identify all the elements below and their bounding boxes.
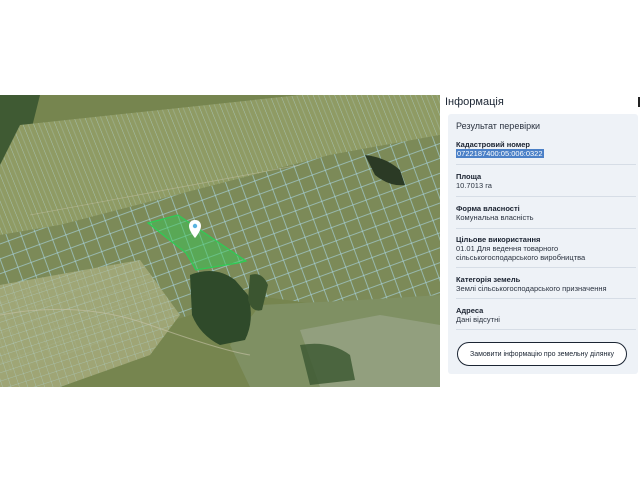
field-address: Адреса Дані відсутні	[456, 306, 636, 324]
result-title: Результат перевірки	[456, 121, 541, 131]
field-ownership: Форма власності Комунальна власність	[456, 204, 636, 222]
field-label: Цільове використання	[456, 235, 541, 244]
divider	[456, 329, 636, 330]
panel-header: Інформація	[440, 95, 640, 113]
field-label: Адреса	[456, 306, 484, 315]
panel-title: Інформація	[445, 96, 504, 108]
field-purpose: Цільове використання 01.01 Для ведення т…	[456, 235, 636, 262]
info-panel: Інформація Результат перевірки Кадастров…	[440, 95, 640, 387]
cadastral-number-value[interactable]: 0722187400:05:006:0322	[456, 149, 544, 158]
field-label: Площа	[456, 172, 482, 181]
field-label: Кадастровий номер	[456, 140, 531, 149]
purpose-value: 01.01 Для ведення товарного сільськогосп…	[456, 244, 586, 262]
field-area: Площа 10.7013 га	[456, 172, 636, 190]
divider	[456, 164, 636, 165]
field-label: Форма власності	[456, 204, 520, 213]
map-canvas[interactable]	[0, 95, 440, 387]
divider	[456, 298, 636, 299]
divider	[456, 196, 636, 197]
ownership-value: Комунальна власність	[456, 213, 534, 222]
divider	[456, 228, 636, 229]
result-card: Результат перевірки Кадастровий номер 07…	[448, 114, 638, 374]
field-land-category: Категорія земель Землі сільськогосподарс…	[456, 275, 636, 293]
divider	[456, 267, 636, 268]
address-value: Дані відсутні	[456, 315, 500, 324]
land-category-value: Землі сільськогосподарського призначення	[456, 284, 607, 293]
area-value: 10.7013 га	[456, 181, 492, 190]
field-cadastral-number: Кадастровий номер 0722187400:05:006:0322	[456, 140, 636, 158]
field-label: Категорія земель	[456, 275, 521, 284]
satellite-map[interactable]	[0, 95, 440, 387]
order-info-button[interactable]: Замовити інформацію про земельну ділянку	[457, 342, 627, 366]
